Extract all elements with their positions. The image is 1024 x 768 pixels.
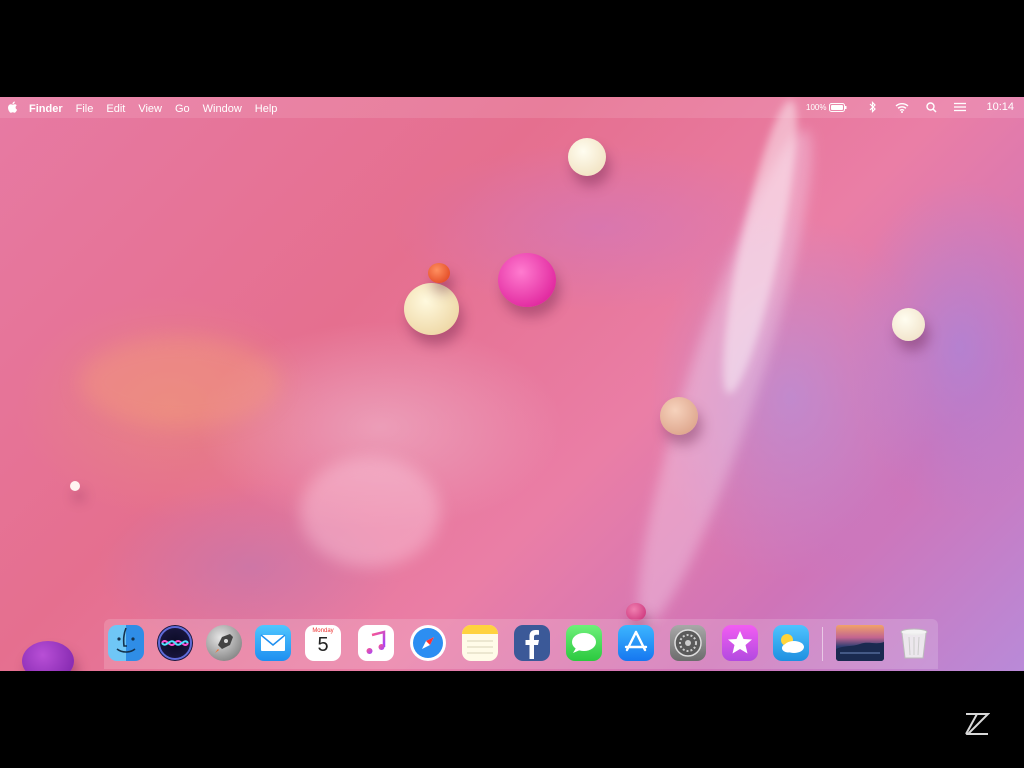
watermark-logo (964, 712, 991, 736)
bluetooth-icon[interactable] (869, 101, 877, 113)
battery-icon (829, 102, 847, 112)
menu-bar: Finder File Edit View Go Window Help 100… (0, 97, 1024, 118)
desktop[interactable]: Finder File Edit View Go Window Help 100… (0, 97, 1024, 671)
wallpaper-bubble (660, 397, 698, 435)
wallpaper-bubble (428, 263, 450, 283)
launchpad-icon[interactable] (206, 625, 242, 661)
siri-icon[interactable] (157, 625, 193, 661)
menu-help[interactable]: Help (255, 103, 278, 115)
trash-icon[interactable] (896, 625, 932, 661)
wallpaper-bubble (498, 253, 556, 307)
wallpaper-bubble (568, 138, 606, 176)
calendar-icon[interactable]: Monday 5 (305, 625, 341, 661)
menu-bar-left: Finder File Edit View Go Window Help (8, 101, 290, 116)
app-store-icon[interactable] (618, 625, 654, 661)
wallpaper-bubble (892, 308, 925, 341)
wallpaper-swirl (80, 337, 280, 427)
battery-percent: 100% (806, 102, 827, 112)
itunes-store-icon[interactable] (722, 625, 758, 661)
mail-icon[interactable] (255, 625, 291, 661)
wifi-icon[interactable] (895, 102, 909, 113)
wallpaper-bubble (70, 481, 80, 491)
menu-bar-status: 100% 10:14 (792, 101, 1014, 113)
safari-icon[interactable] (410, 625, 446, 661)
notes-icon[interactable] (462, 625, 498, 661)
menu-go[interactable]: Go (175, 103, 190, 115)
battery-status[interactable]: 100% (806, 102, 847, 112)
music-icon[interactable] (358, 625, 394, 661)
desktop-image-icon[interactable] (836, 625, 884, 661)
menu-app-name[interactable]: Finder (29, 103, 63, 115)
spotlight-search-icon[interactable] (926, 101, 937, 113)
weather-icon[interactable] (773, 625, 809, 661)
menu-bar-clock[interactable]: 10:14 (986, 101, 1014, 113)
menu-window[interactable]: Window (203, 103, 242, 115)
messages-icon[interactable] (566, 625, 602, 661)
apple-menu-icon[interactable] (8, 101, 18, 116)
wallpaper-swirl (300, 457, 440, 567)
finder-icon[interactable] (108, 625, 144, 661)
menu-edit[interactable]: Edit (106, 103, 125, 115)
notification-center-icon[interactable] (954, 102, 967, 112)
calendar-day-number: 5 (317, 634, 329, 656)
wallpaper-bubble (22, 641, 74, 671)
dock: Monday 5 (104, 619, 938, 669)
menu-file[interactable]: File (76, 103, 94, 115)
facebook-icon[interactable] (514, 625, 550, 661)
wallpaper-bubble (404, 283, 459, 335)
menu-view[interactable]: View (138, 103, 162, 115)
dock-divider (822, 627, 823, 661)
system-preferences-icon[interactable] (670, 625, 706, 661)
